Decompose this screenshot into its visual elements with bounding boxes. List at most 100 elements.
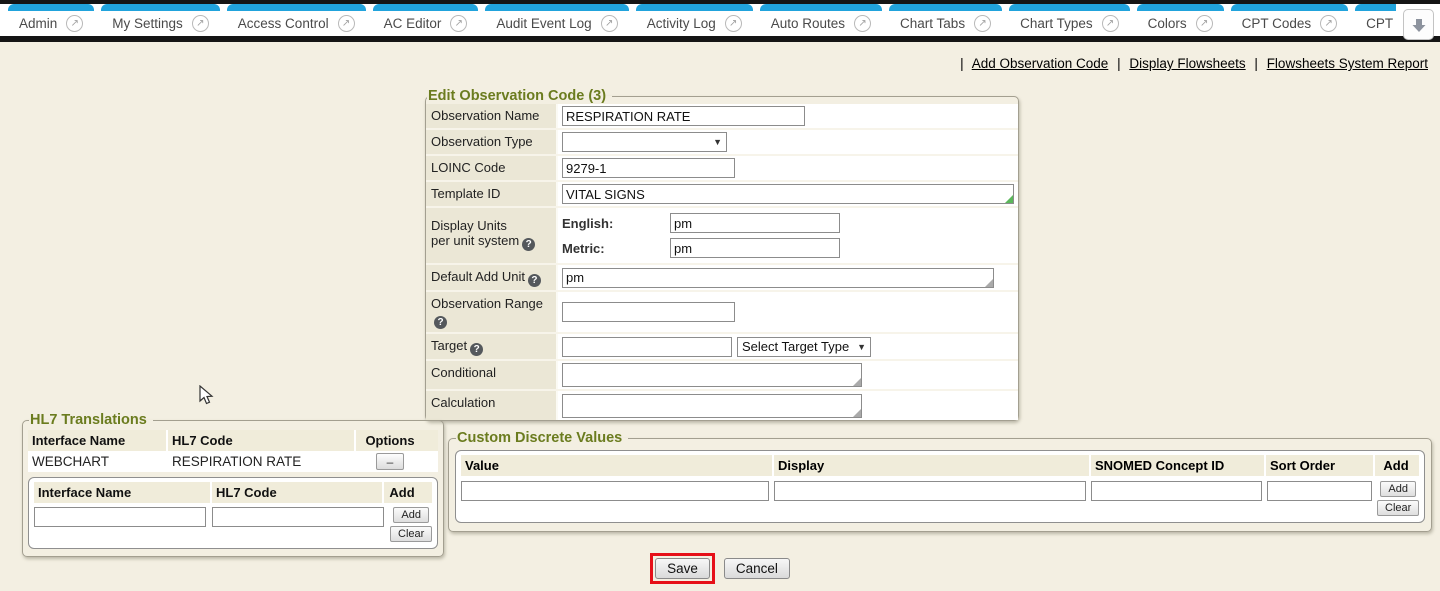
- observation-name-input[interactable]: [562, 106, 805, 126]
- tab-cpt-codes[interactable]: CPT Codes ↗: [1231, 4, 1349, 36]
- open-new-window-icon[interactable]: ↗: [66, 15, 83, 32]
- tab-admin[interactable]: Admin ↗: [8, 4, 94, 36]
- col-add: Add: [384, 482, 420, 503]
- edit-observation-code-section: Edit Observation Code (3) Observation Na…: [425, 88, 1019, 421]
- col-value: Value: [461, 455, 774, 476]
- remove-translation-button[interactable]: –: [376, 453, 404, 470]
- tab-label: AC Editor: [384, 16, 442, 31]
- resize-grip-icon[interactable]: [985, 279, 993, 287]
- col-snomed-concept-id: SNOMED Concept ID: [1091, 455, 1266, 476]
- col-hl7-code: HL7 Code: [168, 430, 356, 451]
- template-id-input[interactable]: [562, 184, 1014, 204]
- tab-audit-event-log[interactable]: Audit Event Log ↗: [485, 4, 628, 36]
- target-label: Target?: [426, 334, 558, 359]
- hl7-table-row: WEBCHART RESPIRATION RATE –: [28, 451, 438, 472]
- hl7-add-form: Interface Name HL7 Code Add Add Clear: [28, 477, 438, 549]
- col-sort-order: Sort Order: [1266, 455, 1375, 476]
- help-icon[interactable]: ?: [434, 316, 447, 329]
- display-flowsheets-link[interactable]: Display Flowsheets: [1129, 56, 1245, 71]
- calculation-row: Calculation: [426, 391, 1018, 420]
- tab-label: CPT Codes: [1242, 16, 1312, 31]
- section-title: HL7 Translations: [29, 412, 153, 428]
- tab-my-settings[interactable]: My Settings ↗: [101, 4, 220, 36]
- open-new-window-icon[interactable]: ↗: [450, 15, 467, 32]
- help-icon[interactable]: ?: [470, 343, 483, 356]
- loinc-code-label: LOINC Code: [426, 156, 558, 180]
- tab-label: Colors: [1148, 16, 1187, 31]
- custom-discrete-values-section: Custom Discrete Values Value Display SNO…: [448, 430, 1432, 532]
- observation-type-select[interactable]: ▼: [562, 132, 727, 152]
- resize-grip-icon[interactable]: [853, 378, 861, 386]
- tab-overflow-button[interactable]: [1403, 9, 1434, 40]
- arrow-down-icon: [1411, 17, 1427, 33]
- open-new-window-icon[interactable]: ↗: [192, 15, 209, 32]
- tab-label: CPT Requirements: [1366, 16, 1396, 31]
- observation-range-label: Observation Range?: [426, 292, 558, 332]
- snomed-concept-id-input[interactable]: [1091, 481, 1262, 501]
- tab-access-control[interactable]: Access Control ↗: [227, 4, 366, 36]
- col-hl7-code: HL7 Code: [212, 482, 384, 503]
- loinc-code-input[interactable]: [562, 158, 735, 178]
- tab-cpt-requirements[interactable]: CPT Requirements ↗: [1355, 4, 1396, 36]
- form-actions: Save Cancel: [0, 553, 1440, 584]
- target-type-select[interactable]: Select Target Type ▼: [737, 337, 871, 357]
- loinc-code-row: LOINC Code: [426, 156, 1018, 182]
- help-icon[interactable]: ?: [522, 238, 535, 251]
- tab-ac-editor[interactable]: AC Editor ↗: [373, 4, 479, 36]
- open-new-window-icon[interactable]: ↗: [601, 15, 618, 32]
- flowsheets-system-report-link[interactable]: Flowsheets System Report: [1267, 56, 1428, 71]
- separator: |: [1254, 56, 1258, 71]
- open-new-window-icon[interactable]: ↗: [1196, 15, 1213, 32]
- open-new-window-icon[interactable]: ↗: [854, 15, 871, 32]
- template-id-row: Template ID: [426, 182, 1018, 208]
- page-action-links: | Add Observation Code | Display Flowshe…: [955, 56, 1428, 71]
- cdv-clear-button[interactable]: Clear: [1377, 500, 1419, 516]
- open-new-window-icon[interactable]: ↗: [338, 15, 355, 32]
- custom-discrete-header: Value Display SNOMED Concept ID Sort Ord…: [461, 455, 1419, 476]
- custom-discrete-form: Value Display SNOMED Concept ID Sort Ord…: [455, 450, 1425, 523]
- observation-type-row: Observation Type ▼: [426, 130, 1018, 156]
- conditional-input[interactable]: [562, 363, 862, 387]
- mouse-cursor: [199, 385, 215, 407]
- help-icon[interactable]: ?: [528, 274, 541, 287]
- new-interface-name-input[interactable]: [34, 507, 206, 527]
- observation-range-row: Observation Range?: [426, 292, 1018, 334]
- new-hl7-code-input[interactable]: [212, 507, 384, 527]
- default-add-unit-input[interactable]: [562, 268, 994, 288]
- save-highlight-box: Save: [650, 553, 715, 584]
- tab-chart-types[interactable]: Chart Types ↗: [1009, 4, 1130, 36]
- value-input[interactable]: [461, 481, 769, 501]
- resize-grip-icon[interactable]: [853, 409, 861, 417]
- resize-grip-icon[interactable]: [1005, 195, 1013, 203]
- tab-colors[interactable]: Colors ↗: [1137, 4, 1224, 36]
- sort-order-input[interactable]: [1267, 481, 1372, 501]
- observation-range-input[interactable]: [562, 302, 735, 322]
- metric-units-input[interactable]: [670, 238, 840, 258]
- tab-auto-routes[interactable]: Auto Routes ↗: [760, 4, 882, 36]
- hl7-code-cell: RESPIRATION RATE: [168, 452, 356, 471]
- observation-type-label: Observation Type: [426, 130, 558, 154]
- cdv-add-button[interactable]: Add: [1380, 481, 1416, 497]
- english-units-input[interactable]: [670, 213, 840, 233]
- save-button[interactable]: Save: [655, 558, 710, 579]
- open-new-window-icon[interactable]: ↗: [1320, 15, 1337, 32]
- display-input[interactable]: [774, 481, 1086, 501]
- cancel-button[interactable]: Cancel: [724, 558, 790, 579]
- section-title: Edit Observation Code (3): [427, 88, 612, 104]
- open-new-window-icon[interactable]: ↗: [974, 15, 991, 32]
- add-observation-code-link[interactable]: Add Observation Code: [972, 56, 1109, 71]
- chevron-down-icon: ▼: [713, 137, 722, 147]
- target-input[interactable]: [562, 337, 732, 357]
- open-new-window-icon[interactable]: ↗: [725, 15, 742, 32]
- tab-chart-tabs[interactable]: Chart Tabs ↗: [889, 4, 1002, 36]
- hl7-clear-button[interactable]: Clear: [390, 526, 432, 542]
- tab-activity-log[interactable]: Activity Log ↗: [636, 4, 753, 36]
- calculation-input[interactable]: [562, 394, 862, 418]
- section-title: Custom Discrete Values: [456, 430, 628, 446]
- default-add-unit-label: Default Add Unit?: [426, 265, 558, 290]
- tab-label: Audit Event Log: [496, 16, 591, 31]
- tab-label: Admin: [19, 16, 57, 31]
- hl7-add-button[interactable]: Add: [393, 507, 429, 523]
- open-new-window-icon[interactable]: ↗: [1102, 15, 1119, 32]
- col-interface-name: Interface Name: [28, 430, 168, 451]
